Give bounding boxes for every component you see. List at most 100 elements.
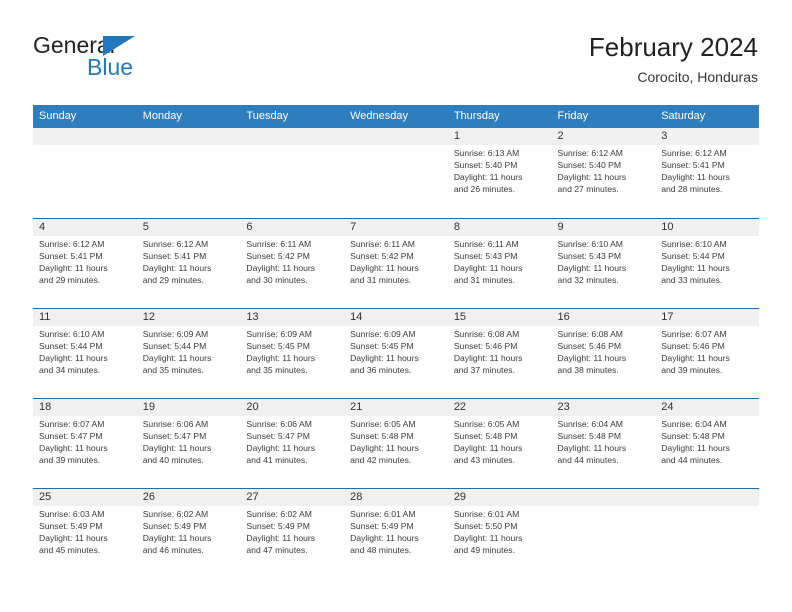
day-number: 15 — [447, 309, 552, 326]
calendar-day-cell[interactable]: 28 Sunrise: 6:01 AM Sunset: 5:49 PM Dayligh… — [344, 488, 448, 578]
day-number: 22 — [447, 399, 552, 416]
daylight-text-line2: and 29 minutes. — [142, 274, 204, 285]
day-cell-inner — [344, 128, 448, 218]
calendar-day-cell[interactable] — [240, 128, 345, 218]
day-number — [655, 489, 759, 506]
calendar-day-cell[interactable]: 3 Sunrise: 6:12 AM Sunset: 5:41 PM Daylight… — [655, 128, 759, 218]
sunset-text: Sunset: 5:41 PM — [39, 250, 103, 261]
calendar-day-cell[interactable]: 25 Sunrise: 6:03 AM Sunset: 5:49 PM Dayligh… — [33, 488, 137, 578]
calendar-day-cell[interactable]: 24 Sunrise: 6:04 AM Sunset: 5:48 PM Dayligh… — [655, 398, 759, 488]
day-sun-details: Sunrise: 6:11 AM Sunset: 5:42 PM Daylight:… — [240, 236, 344, 287]
calendar-day-cell[interactable]: 6 Sunrise: 6:11 AM Sunset: 5:42 PM Daylight… — [240, 218, 345, 308]
daylight-text-line2: and 34 minutes. — [39, 364, 101, 375]
daylight-text-line2: and 40 minutes. — [142, 454, 204, 465]
calendar-day-cell[interactable]: 14 Sunrise: 6:09 AM Sunset: 5:45 PM Dayligh… — [344, 308, 448, 398]
daylight-text-line1: Daylight: 11 hours — [661, 171, 730, 182]
calendar-day-cell[interactable]: 13 Sunrise: 6:09 AM Sunset: 5:45 PM Dayligh… — [240, 308, 345, 398]
day-number: 5 — [136, 219, 241, 236]
calendar-page: General Blue February 2024 Corocito, Hon… — [0, 0, 792, 612]
calendar-day-cell[interactable]: 18 Sunrise: 6:07 AM Sunset: 5:47 PM Dayligh… — [33, 398, 137, 488]
sunset-text: Sunset: 5:48 PM — [350, 430, 414, 441]
daylight-text-line2: and 42 minutes. — [350, 454, 412, 465]
sunrise-text: Sunrise: 6:06 AM — [142, 419, 209, 429]
calendar-body: 1 Sunrise: 6:13 AM Sunset: 5:40 PM Daylight… — [33, 128, 759, 578]
calendar-day-cell[interactable]: 19 Sunrise: 6:06 AM Sunset: 5:47 PM Dayligh… — [136, 398, 241, 488]
daylight-text-line2: and 41 minutes. — [246, 454, 308, 465]
calendar-day-cell[interactable]: 10 Sunrise: 6:10 AM Sunset: 5:44 PM Dayligh… — [655, 218, 759, 308]
day-number: 26 — [136, 489, 241, 506]
sunrise-text: Sunrise: 6:10 AM — [39, 329, 105, 339]
day-cell-inner: 7 Sunrise: 6:11 AM Sunset: 5:42 PM Daylight… — [344, 218, 448, 308]
calendar-day-cell[interactable] — [136, 128, 241, 218]
page-title: February 2024 — [588, 32, 758, 62]
daylight-text-line2: and 28 minutes. — [661, 183, 723, 194]
day-number: 9 — [551, 219, 656, 236]
calendar-day-cell[interactable]: 15 Sunrise: 6:08 AM Sunset: 5:46 PM Dayligh… — [447, 308, 552, 398]
calendar-day-cell[interactable]: 26 Sunrise: 6:02 AM Sunset: 5:49 PM Dayligh… — [136, 488, 241, 578]
calendar-day-cell[interactable]: 1 Sunrise: 6:13 AM Sunset: 5:40 PM Daylight… — [447, 128, 552, 218]
daylight-text-line2: and 49 minutes. — [453, 544, 515, 555]
calendar-day-cell[interactable]: 11 Sunrise: 6:10 AM Sunset: 5:44 PM Dayligh… — [33, 308, 137, 398]
calendar-day-cell[interactable]: 21 Sunrise: 6:05 AM Sunset: 5:48 PM Dayligh… — [344, 398, 448, 488]
calendar-day-cell[interactable] — [655, 488, 759, 578]
day-cell-inner: 5 Sunrise: 6:12 AM Sunset: 5:41 PM Daylight… — [136, 218, 241, 308]
generalblue-logo[interactable]: General Blue — [33, 32, 233, 88]
calendar-day-cell[interactable]: 9 Sunrise: 6:10 AM Sunset: 5:43 PM Daylight… — [551, 218, 656, 308]
sunset-text: Sunset: 5:47 PM — [39, 430, 103, 441]
day-cell-inner: 25 Sunrise: 6:03 AM Sunset: 5:49 PM Dayligh… — [33, 488, 137, 578]
calendar-day-cell[interactable]: 4 Sunrise: 6:12 AM Sunset: 5:41 PM Daylight… — [33, 218, 137, 308]
day-cell-inner: 18 Sunrise: 6:07 AM Sunset: 5:47 PM Dayligh… — [33, 398, 137, 488]
calendar-day-cell[interactable]: 27 Sunrise: 6:02 AM Sunset: 5:49 PM Dayligh… — [240, 488, 345, 578]
calendar-day-cell[interactable]: 7 Sunrise: 6:11 AM Sunset: 5:42 PM Daylight… — [344, 218, 448, 308]
sunrise-text: Sunrise: 6:07 AM — [661, 329, 727, 339]
calendar-day-cell[interactable]: 29 Sunrise: 6:01 AM Sunset: 5:50 PM Dayligh… — [447, 488, 552, 578]
sunrise-text: Sunrise: 6:06 AM — [246, 419, 312, 429]
sunset-text: Sunset: 5:48 PM — [453, 430, 518, 441]
day-number: 17 — [655, 309, 759, 326]
day-cell-inner — [655, 488, 759, 578]
day-sun-details: Sunrise: 6:06 AM Sunset: 5:47 PM Daylight:… — [137, 416, 241, 467]
calendar-day-cell[interactable]: 20 Sunrise: 6:06 AM Sunset: 5:47 PM Dayligh… — [240, 398, 345, 488]
sunset-text: Sunset: 5:46 PM — [557, 340, 622, 351]
day-sun-details: Sunrise: 6:12 AM Sunset: 5:41 PM Daylight:… — [655, 145, 759, 196]
calendar-day-cell[interactable]: 8 Sunrise: 6:11 AM Sunset: 5:43 PM Daylight… — [447, 218, 552, 308]
daylight-text-line1: Daylight: 11 hours — [39, 262, 108, 273]
daylight-text-line1: Daylight: 11 hours — [350, 442, 419, 453]
daylight-text-line1: Daylight: 11 hours — [39, 532, 108, 543]
calendar-day-cell[interactable] — [551, 488, 656, 578]
daylight-text-line1: Daylight: 11 hours — [661, 262, 730, 273]
weekday-header-monday: Monday — [136, 105, 241, 128]
day-number — [240, 128, 345, 145]
day-cell-inner: 23 Sunrise: 6:04 AM Sunset: 5:48 PM Dayligh… — [551, 398, 656, 488]
sunset-text: Sunset: 5:45 PM — [246, 340, 310, 351]
day-cell-inner — [551, 488, 656, 578]
day-number: 7 — [344, 219, 448, 236]
calendar-day-cell[interactable]: 2 Sunrise: 6:12 AM Sunset: 5:40 PM Daylight… — [551, 128, 656, 218]
sunrise-text: Sunrise: 6:11 AM — [350, 239, 415, 249]
calendar-day-cell[interactable]: 17 Sunrise: 6:07 AM Sunset: 5:46 PM Dayligh… — [655, 308, 759, 398]
weekday-header-friday: Friday — [551, 105, 656, 128]
daylight-text-line2: and 44 minutes. — [661, 454, 723, 465]
daylight-text-line1: Daylight: 11 hours — [557, 352, 627, 363]
day-number: 24 — [655, 399, 759, 416]
calendar-day-cell[interactable]: 5 Sunrise: 6:12 AM Sunset: 5:41 PM Daylight… — [136, 218, 241, 308]
day-cell-inner: 24 Sunrise: 6:04 AM Sunset: 5:48 PM Dayligh… — [655, 398, 759, 488]
day-cell-inner: 1 Sunrise: 6:13 AM Sunset: 5:40 PM Daylight… — [447, 128, 552, 218]
daylight-text-line2: and 29 minutes. — [39, 274, 101, 285]
day-sun-details: Sunrise: 6:10 AM Sunset: 5:44 PM Daylight:… — [655, 236, 759, 287]
sunset-text: Sunset: 5:44 PM — [661, 250, 725, 261]
daylight-text-line2: and 31 minutes. — [350, 274, 412, 285]
calendar-day-cell[interactable]: 22 Sunrise: 6:05 AM Sunset: 5:48 PM Dayligh… — [447, 398, 552, 488]
day-number: 4 — [33, 219, 137, 236]
sunset-text: Sunset: 5:42 PM — [246, 250, 310, 261]
calendar-day-cell[interactable] — [344, 128, 448, 218]
calendar-day-cell[interactable]: 23 Sunrise: 6:04 AM Sunset: 5:48 PM Dayligh… — [551, 398, 656, 488]
calendar-day-cell[interactable] — [33, 128, 137, 218]
calendar-day-cell[interactable]: 12 Sunrise: 6:09 AM Sunset: 5:44 PM Dayligh… — [136, 308, 241, 398]
day-sun-details: Sunrise: 6:08 AM Sunset: 5:46 PM Daylight:… — [552, 326, 656, 377]
day-sun-details: Sunrise: 6:04 AM Sunset: 5:48 PM Daylight:… — [552, 416, 656, 467]
calendar-day-cell[interactable]: 16 Sunrise: 6:08 AM Sunset: 5:46 PM Dayligh… — [551, 308, 656, 398]
sunset-text: Sunset: 5:45 PM — [350, 340, 414, 351]
day-cell-inner — [136, 128, 241, 218]
sunrise-text: Sunrise: 6:11 AM — [246, 239, 312, 249]
